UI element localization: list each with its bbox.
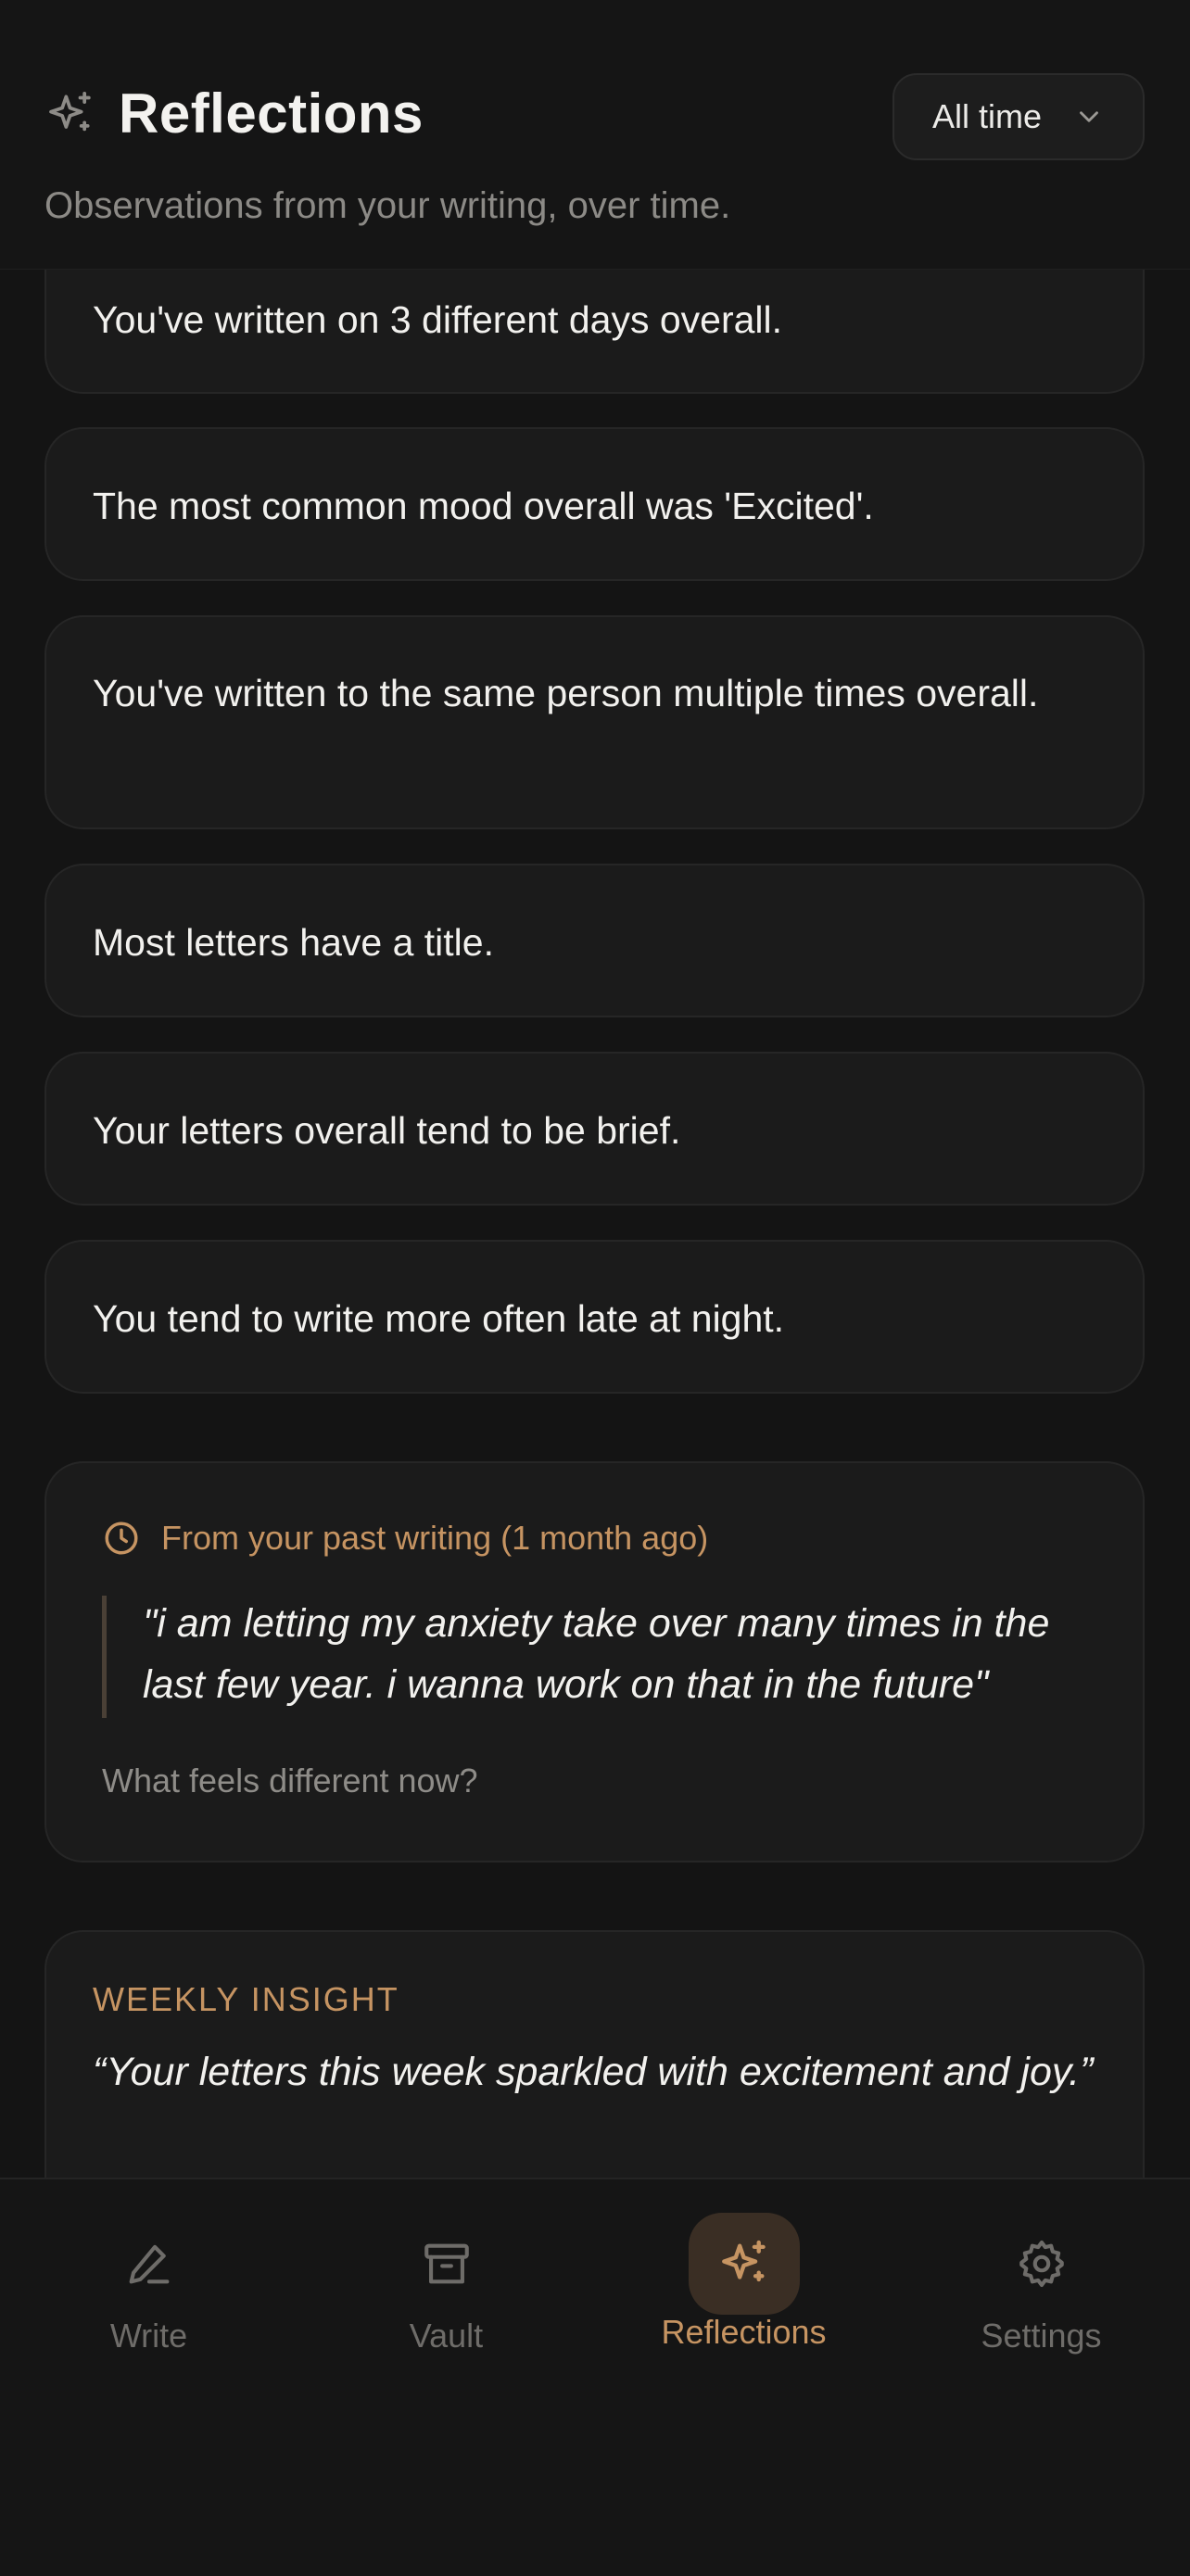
observation-card: You tend to write more often late at nig… xyxy=(44,1240,1145,1394)
reflection-prompt: What feels different now? xyxy=(102,1762,478,1799)
past-writing-label: From your past writing (1 month ago) xyxy=(161,1519,709,1557)
archive-icon xyxy=(424,2243,469,2284)
observation-card: Your letters overall tend to be brief. xyxy=(44,1052,1145,1206)
tab-write[interactable]: Write xyxy=(0,2179,298,2365)
tab-label: Write xyxy=(109,2317,188,2355)
observation-text: Most letters have a title. xyxy=(93,921,494,964)
weekly-insight-label: WEEKLY INSIGHT xyxy=(93,1980,399,2018)
pencil-icon xyxy=(129,2244,169,2284)
past-writing-header: From your past writing (1 month ago) xyxy=(102,1519,708,1558)
tab-label: Settings xyxy=(981,2317,1102,2355)
sparkles-icon xyxy=(49,91,91,131)
observation-text: The most common mood overall was 'Excite… xyxy=(93,485,874,527)
past-writing-card[interactable]: From your past writing (1 month ago) "i … xyxy=(44,1461,1145,1863)
weekly-insight-text: “Your letters this week sparkled with ex… xyxy=(93,2050,1094,2094)
tab-icon-container xyxy=(688,2213,800,2315)
tab-reflections[interactable]: Reflections xyxy=(595,2179,892,2365)
observation-text: You've written to the same person multip… xyxy=(93,672,1039,714)
gear-icon xyxy=(1019,2240,1064,2288)
chevron-down-icon xyxy=(1080,111,1098,122)
tab-vault[interactable]: Vault xyxy=(298,2179,595,2365)
page-header: Reflections Observations from your writi… xyxy=(0,0,1190,270)
past-writing-quote: "i am letting my anxiety take over many … xyxy=(143,1601,1050,1707)
sparkles-icon xyxy=(721,2240,766,2282)
quote-divider xyxy=(102,1596,107,1718)
clock-icon xyxy=(105,1522,138,1555)
observation-text: You've written on 3 different days overa… xyxy=(93,298,783,341)
tab-icon-container xyxy=(94,2213,205,2315)
tab-label: Reflections xyxy=(661,2313,827,2351)
time-filter-label: All time xyxy=(931,97,1043,135)
page-title: Reflections xyxy=(119,82,424,145)
page-subtitle: Observations from your writing, over tim… xyxy=(44,185,731,226)
observation-text: You tend to write more often late at nig… xyxy=(93,1297,785,1340)
tab-icon-container xyxy=(391,2213,502,2315)
tab-icon-container xyxy=(986,2213,1097,2315)
tab-settings[interactable]: Settings xyxy=(892,2179,1190,2365)
observation-card: Most letters have a title. xyxy=(44,864,1145,1017)
observation-card: You've written to the same person multip… xyxy=(44,615,1145,829)
observation-card: The most common mood overall was 'Excite… xyxy=(44,427,1145,581)
time-filter-dropdown[interactable]: All time xyxy=(892,73,1145,160)
tab-label: Vault xyxy=(409,2317,484,2355)
observation-text: Your letters overall tend to be brief. xyxy=(93,1109,681,1152)
bottom-tab-bar: Write Vault Reflections Settings xyxy=(0,2178,1190,2576)
title-row: Reflections xyxy=(44,82,424,145)
